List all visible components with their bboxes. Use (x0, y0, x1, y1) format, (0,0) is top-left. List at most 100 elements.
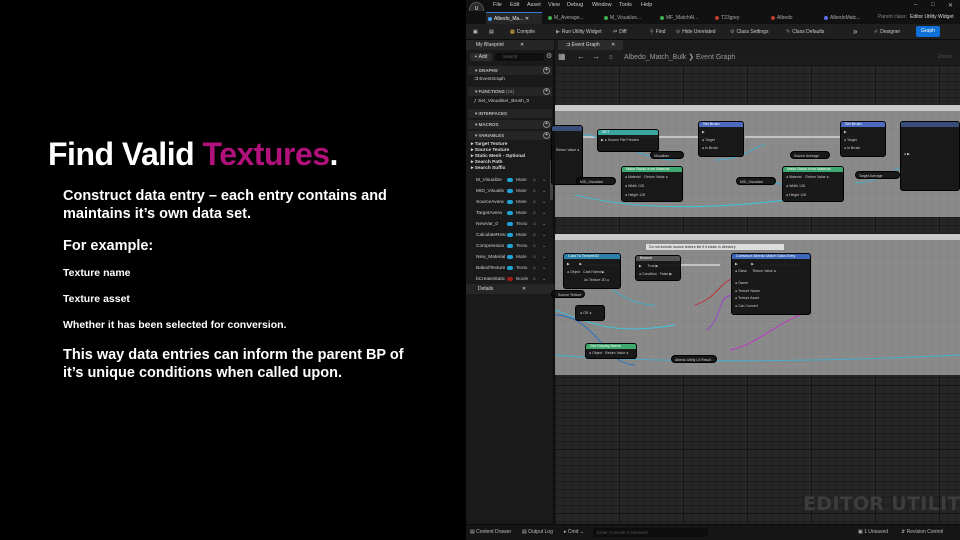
visualiser-getter[interactable]: Visualiser (650, 151, 684, 159)
add-button[interactable]: + Add (470, 53, 492, 61)
chevron-down-icon[interactable]: ⌄ (542, 275, 546, 284)
grid-icon[interactable]: ⁝⁝ (609, 54, 613, 61)
unsaved-indicator[interactable]: ▣ 1 Unsaved (858, 529, 888, 535)
chevron-down-icon[interactable]: ⌄ (542, 198, 546, 207)
menu-debug[interactable]: Debug (567, 2, 583, 8)
variable-category[interactable]: ▸ Static Mesh - Optional (471, 154, 525, 159)
cmd-dropdown[interactable]: ▸ Cmd ⌄ (564, 529, 584, 535)
visibility-icon[interactable]: ⌂ (533, 253, 536, 262)
hide-unrelated-button[interactable]: ⊘ Hide Unrelated (676, 27, 716, 37)
visibility-icon[interactable]: ⌂ (533, 275, 536, 284)
add-graph-icon[interactable]: + (543, 67, 550, 74)
tab-mf-matchal[interactable]: MF_MatchAl... (658, 12, 712, 24)
source-average-getter[interactable]: Source Average (790, 151, 830, 159)
menu-asset[interactable]: Asset (527, 2, 541, 8)
visibility-icon[interactable]: ⌂ (533, 242, 536, 251)
tab-albedomatc[interactable]: AlbedoMatc... (822, 12, 872, 24)
visibility-icon[interactable]: ⌂ (533, 209, 536, 218)
eventgraph-item[interactable]: ⇉ EventGraph (474, 77, 505, 82)
overflow-chevron-icon[interactable]: » (853, 27, 857, 37)
add-variable-icon[interactable]: + (543, 132, 550, 139)
visibility-icon[interactable]: ⌂ (533, 264, 536, 273)
forward-arrow-icon[interactable]: → (592, 52, 600, 61)
graph-button[interactable]: Graph (916, 26, 940, 37)
variable-row[interactable]: BakedTexture Textu ⌂ ⌄ (466, 264, 550, 273)
my-blueprint-tab[interactable]: My Blueprint ✕ (466, 40, 554, 50)
add-function-icon[interactable]: + (543, 88, 550, 95)
tab-event-graph[interactable]: ⇉ Event Graph ✕ (558, 40, 624, 50)
chevron-down-icon[interactable]: ⌄ (542, 231, 546, 240)
functions-section[interactable]: ▾ FUNCTIONS (18) + (468, 87, 552, 96)
cast-to-texture2d-node[interactable]: Cast To Texture2D ▶ ▶ ● Object Cast Failed… (563, 253, 621, 289)
chevron-down-icon[interactable]: ⌄ (542, 220, 546, 229)
make-brush-node-2[interactable]: Make Brush from Material ● Material Retur… (782, 166, 844, 202)
browse-icon[interactable]: ▤ (489, 27, 494, 37)
comment-title[interactable]: Do not include source texture list if it… (645, 243, 785, 251)
home-icon[interactable]: ▦ (558, 52, 566, 61)
function-item[interactable]: ƒ Set_Visualiser_Brush_0 (474, 99, 529, 104)
variables-section[interactable]: ▾ VARIABLES + (468, 131, 552, 140)
menu-window[interactable]: Window (592, 2, 612, 8)
event-graph-canvas[interactable]: Return Value ● SET ▶ ● Source File Previe… (551, 65, 960, 525)
content-drawer-button[interactable]: ▤ Content Drawer (470, 529, 511, 535)
visibility-icon[interactable]: ⌂ (533, 187, 536, 196)
tab-m-average[interactable]: M_Average... (546, 12, 600, 24)
find-button[interactable]: ⚲ Find (650, 27, 665, 37)
run-utility-widget-button[interactable]: ▶ Run Utility Widget (556, 27, 602, 37)
compile-button[interactable]: ▦ Compile (510, 27, 535, 37)
utility-result-getter[interactable]: Albedo Utility Lit Result (671, 355, 717, 363)
variable-category[interactable]: ▸ Target Texture (471, 142, 507, 147)
back-arrow-icon[interactable]: ← (577, 52, 585, 61)
get-display-name-node[interactable]: Get Display Name ● Object Return Value ● (585, 343, 637, 359)
tab-m-visualize[interactable]: M_Visualize... (602, 12, 656, 24)
target-average-getter[interactable]: Target Average (855, 171, 900, 179)
class-settings-button[interactable]: ⚙ Class Settings (730, 27, 768, 37)
visibility-icon[interactable]: ⌂ (533, 231, 536, 240)
variable-row[interactable]: New_Material Mate ⌂ ⌄ (466, 253, 550, 262)
tab-t23grey[interactable]: T23grey (713, 12, 763, 24)
node[interactable]: ● ▶ (900, 121, 960, 191)
variable-row[interactable]: bCreateStatic Boole ⌂ ⌄ (466, 275, 550, 284)
variable-category[interactable]: ▸ Source Texture (471, 148, 509, 153)
chevron-down-icon[interactable]: ⌄ (542, 253, 546, 262)
chevron-down-icon[interactable]: ⌄ (542, 264, 546, 273)
diff-button[interactable]: ⇄ Diff (613, 27, 627, 37)
source-texture-getter[interactable]: Source Texture (551, 290, 585, 298)
revision-control-button[interactable]: ⇵ Revision Control (901, 529, 943, 535)
interfaces-section[interactable]: ▾ INTERFACES (468, 109, 552, 118)
variable-row[interactable]: M_Visualize Mate ⌂ ⌄ (466, 176, 550, 185)
output-log-button[interactable]: ▤ Output Log (522, 529, 553, 535)
designer-button[interactable]: ✐ Designer (874, 27, 900, 37)
variable-category[interactable]: ▸ Search Suffix (471, 166, 505, 171)
node[interactable]: Return Value ● (551, 125, 583, 185)
variable-row[interactable]: TargetAvera Mate ⌂ ⌄ (466, 209, 550, 218)
make-brush-node-1[interactable]: Make Brush from Material ● Material Retur… (621, 166, 683, 202)
variable-row[interactable]: MID_Visualis Mate ⌂ ⌄ (466, 187, 550, 196)
menu-file[interactable]: File (493, 2, 502, 8)
menu-edit[interactable]: Edit (510, 2, 519, 8)
mid-visualiser-getter-2[interactable]: MID_Visualiser (736, 177, 776, 185)
variable-row[interactable]: SourceAvera Mate ⌂ ⌄ (466, 198, 550, 207)
add-macro-icon[interactable]: + (543, 121, 550, 128)
variable-category[interactable]: ▸ Search Path (471, 160, 502, 165)
set-brush-node-1[interactable]: Set Brush ▶ ● Target ● In Brush (698, 121, 744, 157)
save-icon[interactable]: ▣ (473, 27, 478, 37)
parent-class-value[interactable]: Editor Utility Widget (910, 14, 954, 20)
visibility-icon[interactable]: ⌂ (533, 220, 536, 229)
variable-row[interactable]: NewVar_0 Textu ⌂ ⌄ (466, 220, 550, 229)
mid-visualiser-getter[interactable]: MID_Visualiser (576, 177, 616, 185)
visibility-icon[interactable]: ⌂ (533, 198, 536, 207)
variable-row[interactable]: Compression Textu ⌂ ⌄ (466, 242, 550, 251)
visibility-icon[interactable]: ⌂ (533, 176, 536, 185)
settings-gear-icon[interactable]: ⚙ (546, 52, 552, 60)
maximize-icon[interactable]: □ (931, 2, 935, 8)
construct-data-entry-node[interactable]: Construct Albedo Match Data Entry ▶ ▶ ● Cl… (731, 253, 811, 315)
class-defaults-button[interactable]: ✎ Class Defaults (786, 27, 824, 37)
chevron-down-icon[interactable]: ⌄ (542, 209, 546, 218)
set-brush-node-2[interactable]: Set Brush ▶ ● Target ● In Brush (840, 121, 886, 157)
macros-section[interactable]: ▾ MACROS + (468, 120, 552, 129)
or-node[interactable]: ● OR ● (575, 305, 605, 321)
close-icon[interactable]: ✕ (948, 2, 953, 9)
menu-help[interactable]: Help (641, 2, 652, 8)
chevron-down-icon[interactable]: ⌄ (542, 187, 546, 196)
